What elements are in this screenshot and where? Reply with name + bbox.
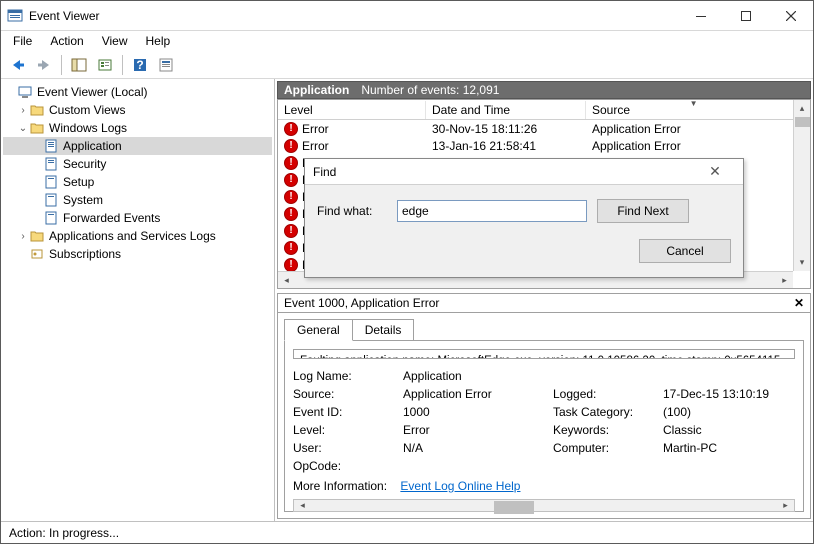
event-message: Faulting application name: MicrosoftEdge… [293, 349, 795, 359]
error-icon: ! [284, 122, 298, 136]
scroll-thumb[interactable] [494, 501, 534, 514]
tree-label: Forwarded Events [63, 211, 160, 225]
tree-apps-services[interactable]: › Applications and Services Logs [3, 227, 272, 245]
toolbar: ? [1, 51, 813, 79]
tree-label: Security [63, 157, 106, 171]
scroll-left-icon[interactable]: ◂ [278, 272, 295, 289]
app-icon [7, 8, 23, 24]
tree-security[interactable]: Security [3, 155, 272, 173]
find-what-label: Find what: [317, 204, 387, 218]
column-source[interactable]: Source▼ [586, 101, 810, 119]
menu-action[interactable]: Action [42, 32, 91, 50]
maximize-button[interactable] [723, 2, 768, 30]
scroll-thumb[interactable] [795, 117, 810, 127]
scroll-up-icon[interactable]: ▴ [794, 100, 810, 117]
detail-title: Event 1000, Application Error [284, 296, 439, 310]
event-count: Number of events: 12,091 [361, 83, 499, 97]
find-dialog: Find ✕ Find what: Find Next Cancel [304, 158, 744, 278]
find-input[interactable] [397, 200, 587, 222]
scroll-left-icon[interactable]: ◂ [294, 500, 311, 511]
error-icon: ! [284, 258, 298, 272]
back-button[interactable] [7, 54, 29, 76]
error-icon: ! [284, 224, 298, 238]
vertical-scrollbar[interactable]: ▴ ▾ [793, 100, 810, 271]
find-cancel-button[interactable]: Cancel [639, 239, 731, 263]
tree-system[interactable]: System [3, 191, 272, 209]
tree-label: Windows Logs [49, 121, 127, 135]
detail-close-button[interactable]: ✕ [794, 296, 804, 310]
error-icon: ! [284, 190, 298, 204]
close-button[interactable] [768, 2, 813, 30]
tree-root[interactable]: Event Viewer (Local) [3, 83, 272, 101]
tree-label: Setup [63, 175, 94, 189]
statusbar: Action: In progress... [1, 521, 813, 543]
find-next-button[interactable]: Find Next [597, 199, 689, 223]
tree-label: Event Viewer (Local) [37, 85, 148, 99]
column-date[interactable]: Date and Time [426, 101, 586, 119]
list-header: Level Date and Time Source▼ [278, 100, 810, 120]
scroll-down-icon[interactable]: ▾ [794, 254, 810, 271]
error-icon: ! [284, 139, 298, 153]
properties-button[interactable] [94, 54, 116, 76]
event-properties: Log Name:Application Source:Application … [293, 369, 795, 473]
detail-horizontal-scrollbar[interactable]: ◂ ▸ [293, 499, 795, 512]
log-icon [43, 210, 59, 226]
refresh-button[interactable] [155, 54, 177, 76]
find-close-button[interactable]: ✕ [695, 163, 735, 180]
tab-general[interactable]: General [284, 319, 353, 341]
forward-button[interactable] [33, 54, 55, 76]
tree-forwarded[interactable]: Forwarded Events [3, 209, 272, 227]
tree-label: Applications and Services Logs [49, 229, 216, 243]
folder-open-icon [29, 120, 45, 136]
tree-label: Subscriptions [49, 247, 121, 261]
event-list[interactable]: Level Date and Time Source▼ !Error30-Nov… [277, 99, 811, 289]
event-viewer-window: Event Viewer File Action View Help ? Eve… [0, 0, 814, 544]
show-hide-tree-button[interactable] [68, 54, 90, 76]
tree-subscriptions[interactable]: Subscriptions [3, 245, 272, 263]
tree-windows-logs[interactable]: ⌄ Windows Logs [3, 119, 272, 137]
error-icon: ! [284, 241, 298, 255]
error-icon: ! [284, 207, 298, 221]
detail-header: Event 1000, Application Error ✕ [277, 293, 811, 313]
sort-indicator-icon: ▼ [690, 99, 698, 108]
find-title: Find [313, 165, 695, 179]
tree-application[interactable]: Application [3, 137, 272, 155]
status-text: Action: In progress... [9, 526, 119, 540]
scroll-right-icon[interactable]: ▸ [777, 500, 794, 511]
column-level[interactable]: Level [278, 101, 426, 119]
tab-details[interactable]: Details [352, 319, 415, 341]
menu-view[interactable]: View [94, 32, 136, 50]
menubar: File Action View Help [1, 31, 813, 51]
folder-icon [29, 102, 45, 118]
navigation-tree[interactable]: Event Viewer (Local) › Custom Views ⌄ Wi… [1, 79, 275, 521]
tree-custom-views[interactable]: › Custom Views [3, 101, 272, 119]
scroll-right-icon[interactable]: ▸ [776, 272, 793, 289]
log-icon [43, 138, 59, 154]
section-title: Application [284, 83, 349, 97]
tree-label: Application [63, 139, 122, 153]
tree-setup[interactable]: Setup [3, 173, 272, 191]
tree-label: Custom Views [49, 103, 125, 117]
svg-text:?: ? [136, 58, 143, 72]
window-title: Event Viewer [29, 9, 678, 23]
menu-file[interactable]: File [5, 32, 40, 50]
online-help-link[interactable]: Event Log Online Help [400, 479, 520, 493]
log-icon [43, 174, 59, 190]
subscriptions-icon [29, 246, 45, 262]
folder-icon [29, 228, 45, 244]
help-button[interactable]: ? [129, 54, 151, 76]
error-icon: ! [284, 173, 298, 187]
log-icon [43, 156, 59, 172]
menu-help[interactable]: Help [138, 32, 179, 50]
minimize-button[interactable] [678, 2, 723, 30]
computer-icon [17, 84, 33, 100]
error-icon: ! [284, 156, 298, 170]
tree-label: System [63, 193, 103, 207]
log-icon [43, 192, 59, 208]
section-header: Application Number of events: 12,091 [277, 81, 811, 99]
table-row[interactable]: !Error13-Jan-16 21:58:41Application Erro… [278, 137, 810, 154]
table-row[interactable]: !Error30-Nov-15 18:11:26Application Erro… [278, 120, 810, 137]
titlebar: Event Viewer [1, 1, 813, 31]
more-info-label: More Information: [293, 479, 387, 493]
